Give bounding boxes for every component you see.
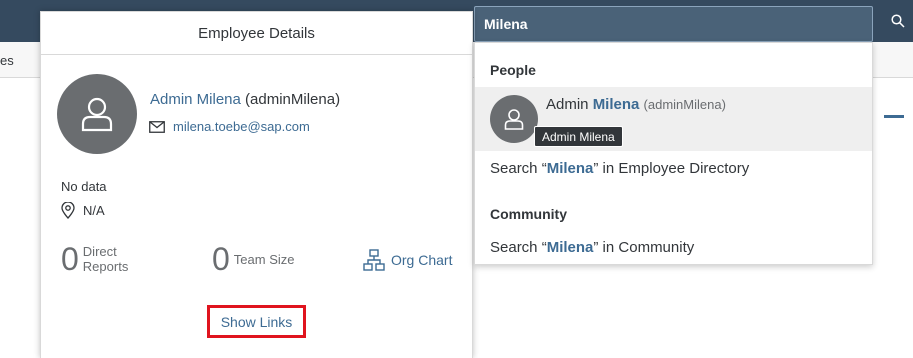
person-icon	[81, 97, 113, 132]
direct-reports-label-line1: Direct	[82, 244, 117, 259]
search-suggestions-dropdown: People Admin Milena (adminMilena) Admin …	[474, 42, 873, 265]
employee-email-text: milena.toebe@sap.com	[173, 119, 310, 134]
location-text: N/A	[83, 203, 105, 218]
person-first-name: Admin	[546, 96, 593, 113]
search-input-value: Milena	[484, 16, 528, 32]
search-directory-term: Milena	[546, 160, 594, 177]
show-links-button[interactable]: Show Links	[207, 305, 306, 338]
team-size-count: 0	[212, 241, 230, 277]
employee-name-line: Admin Milena (adminMilena)	[150, 91, 340, 108]
direct-reports-count: 0	[61, 241, 79, 277]
search-employee-directory-item[interactable]: Search “Milena” in Employee Directory	[490, 160, 749, 177]
mail-icon	[149, 120, 165, 133]
search-directory-prefix: Search “	[490, 160, 547, 177]
search-community-item[interactable]: Search “Milena” in Community	[490, 239, 694, 256]
employee-email[interactable]: milena.toebe@sap.com	[149, 119, 310, 134]
person-suggestion-item[interactable]: Admin Milena (adminMilena) Admin Milena	[475, 87, 872, 151]
person-icon	[504, 109, 524, 130]
search-community-term: Milena	[546, 239, 594, 256]
team-size-label: Team Size	[233, 251, 295, 267]
no-data-text: No data	[61, 179, 107, 194]
direct-reports-label-line2: Reports	[82, 259, 129, 274]
team-size-stat: 0 Team Size	[212, 241, 295, 277]
search-input[interactable]: Milena	[474, 6, 873, 42]
org-chart-icon	[363, 249, 385, 271]
subnav-partial-text[interactable]: es	[0, 53, 14, 68]
search-community-suffix: ” in Community	[593, 239, 695, 256]
person-suggestion-text: Admin Milena (adminMilena)	[546, 96, 726, 113]
person-login: (adminMilena)	[643, 97, 726, 112]
direct-reports-label: Direct Reports	[83, 244, 129, 274]
card-title: Employee Details	[41, 12, 472, 55]
person-tooltip: Admin Milena	[534, 126, 623, 147]
location: N/A	[61, 202, 105, 219]
page-indicator-dash	[884, 115, 904, 118]
avatar	[490, 95, 538, 143]
direct-reports-stat: 0 Direct Reports	[61, 241, 128, 277]
search-community-prefix: Search “	[490, 239, 547, 256]
community-section-title: Community	[490, 206, 567, 222]
location-pin-icon	[61, 202, 75, 219]
employee-username: (adminMilena)	[245, 91, 341, 108]
shell-search-button[interactable]	[885, 8, 911, 34]
search-directory-suffix: ” in Employee Directory	[593, 160, 750, 177]
search-icon	[891, 14, 905, 28]
person-highlight: Milena	[592, 96, 640, 113]
avatar	[57, 74, 137, 154]
people-section-title: People	[490, 62, 536, 78]
employee-name-link[interactable]: Admin Milena	[150, 91, 241, 108]
org-chart-label: Org Chart	[391, 252, 453, 268]
org-chart-link[interactable]: Org Chart	[363, 249, 452, 271]
employee-details-card: Employee Details Admin Milena (adminMile…	[40, 11, 473, 358]
